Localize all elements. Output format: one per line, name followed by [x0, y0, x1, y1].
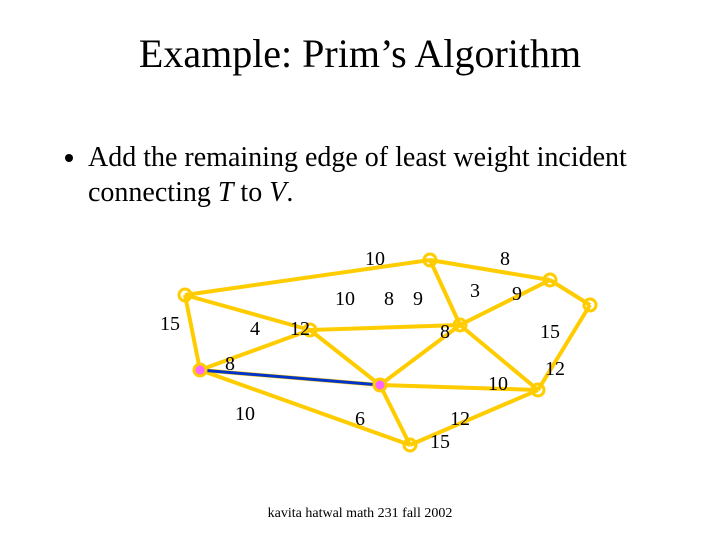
edge-weight: 9	[413, 288, 423, 310]
edge-weight: 8	[440, 321, 450, 343]
edge-weight: 10	[235, 403, 255, 425]
edge-weight: 8	[384, 288, 394, 310]
edge-weight: 3	[470, 280, 480, 302]
edge-weight: 12	[450, 408, 470, 430]
graph-node	[374, 379, 386, 391]
slide-title: Example: Prim’s Algorithm	[0, 30, 720, 77]
edge-weight: 6	[355, 408, 365, 430]
edge-weight: 9	[512, 283, 522, 305]
bullet-mid: to	[233, 177, 269, 208]
edge-weight: 12	[290, 318, 310, 340]
footer-text: kavita hatwal math 231 fall 2002	[0, 506, 720, 522]
graph-node	[194, 364, 206, 376]
graph: 15481012101088399815106121215	[130, 230, 590, 470]
edge-weight: 4	[250, 318, 260, 340]
edge-weight: 8	[500, 248, 510, 270]
bullet-italic-T: T	[218, 177, 234, 208]
edge-weight: 10	[335, 288, 355, 310]
edge-weight: 10	[365, 248, 385, 270]
edge	[380, 385, 538, 390]
slide: { "title": "Example: Prim’s Algorithm", …	[0, 0, 720, 540]
bullet-text: Add the remaining edge of least weight i…	[60, 140, 660, 210]
edge	[430, 260, 550, 280]
bullet-suffix: .	[286, 177, 293, 208]
edge	[430, 260, 460, 325]
edge-weight: 12	[545, 358, 565, 380]
edge-weight: 15	[430, 431, 450, 453]
edge-weight: 8	[225, 353, 235, 375]
edge	[310, 325, 460, 330]
edge-weight: 15	[160, 313, 180, 335]
graph-svg: 15481012101088399815106121215	[130, 230, 590, 470]
edge	[310, 330, 380, 385]
edge-weight: 10	[488, 373, 508, 395]
bullet-italic-V: V	[269, 177, 286, 208]
edge	[185, 295, 200, 370]
bullet-prefix: Add the remaining edge of least weight i…	[88, 142, 627, 208]
edge-weight: 15	[540, 321, 560, 343]
